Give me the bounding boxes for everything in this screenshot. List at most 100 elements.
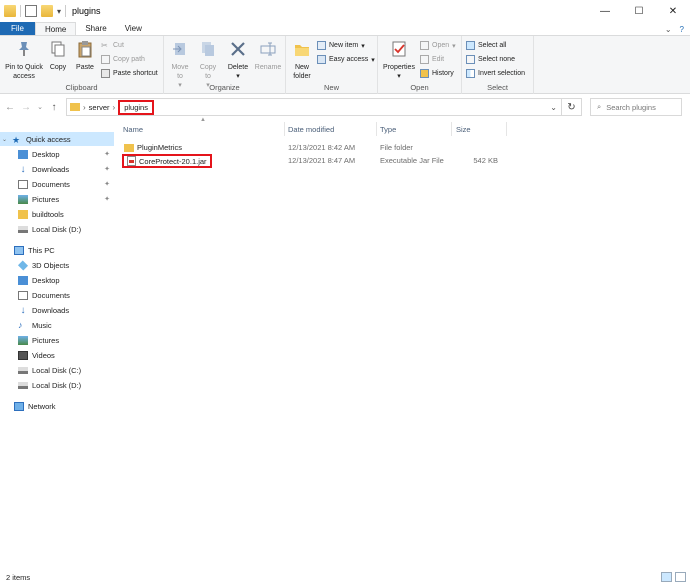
forward-icon[interactable]: → <box>20 99 32 115</box>
customize-qat-icon[interactable]: ▾ <box>57 7 61 16</box>
delete-label: Delete <box>227 64 249 71</box>
nav-this-pc[interactable]: This PC <box>0 243 114 257</box>
recent-locations-icon[interactable]: ⌄ <box>34 99 46 115</box>
new-item-button[interactable]: New item ▾ <box>317 41 365 50</box>
column-header-size[interactable]: Size <box>456 123 471 135</box>
nav-item-label: Documents <box>32 290 70 300</box>
tab-share[interactable]: Share <box>76 22 115 35</box>
nav-item-desktop[interactable]: Desktop ✦ <box>0 147 114 161</box>
file-name: CoreProtect-20.1.jar <box>139 156 207 166</box>
copy-button[interactable]: Copy <box>47 40 69 72</box>
chevron-down-icon: ▾ <box>361 42 365 50</box>
address-dropdown-icon[interactable]: ⌄ <box>550 103 557 112</box>
table-row[interactable]: CoreProtect-20.1.jar 12/13/2021 8:47 AM … <box>118 154 690 168</box>
file-size: 542 KB <box>473 156 498 165</box>
refresh-icon: ↻ <box>567 101 576 113</box>
pin-to-quick-access-button[interactable]: Pin to Quick access <box>3 40 45 81</box>
details-view-icon[interactable] <box>661 572 672 582</box>
invert-selection-button[interactable]: Invert selection <box>466 69 525 78</box>
up-icon[interactable]: ↑ <box>48 99 60 115</box>
drive-icon <box>18 381 28 389</box>
refresh-button[interactable]: ↻ <box>562 98 582 116</box>
jar-file-icon <box>127 156 136 166</box>
minimize-button[interactable]: — <box>588 0 622 22</box>
column-header-date-modified[interactable]: Date modified <box>288 123 334 135</box>
chevron-right-icon: › <box>83 102 86 112</box>
column-header-name[interactable]: Name <box>123 123 143 135</box>
nav-item-label: Local Disk (C:) <box>32 365 82 375</box>
tab-home[interactable]: Home <box>35 22 77 35</box>
copy-to-icon <box>202 42 214 56</box>
folder-icon <box>70 103 80 111</box>
breadcrumb-plugins[interactable]: plugins <box>118 99 154 115</box>
invert-selection-label: Invert selection <box>478 70 526 77</box>
history-button[interactable]: History <box>420 69 454 78</box>
cut-label: Cut <box>113 42 124 49</box>
nav-item-buildtools[interactable]: buildtools <box>0 207 114 221</box>
help-icon[interactable]: ? <box>680 25 684 34</box>
chevron-down-icon[interactable]: ⌄ <box>665 25 672 34</box>
tab-file[interactable]: File <box>0 22 35 35</box>
new-folder-button[interactable]: New folder <box>288 40 316 81</box>
select-none-button[interactable]: Select none <box>466 55 515 64</box>
column-header-type[interactable]: Type <box>380 123 396 135</box>
back-icon[interactable]: ← <box>4 99 16 115</box>
address-bar[interactable]: › server › plugins ⌄ <box>66 98 562 116</box>
pin-label-line1: Pin to Quick <box>5 64 43 71</box>
search-input[interactable]: ⌕ Search plugins <box>590 98 682 116</box>
tab-view[interactable]: View <box>116 22 151 35</box>
easy-access-button[interactable]: Easy access ▾ <box>317 55 375 64</box>
edit-label: Edit <box>432 56 445 63</box>
nav-item-local-disk-c[interactable]: Local Disk (C:) <box>0 363 114 377</box>
nav-item-downloads[interactable]: ↓ Downloads ✦ <box>0 162 114 176</box>
new-group-label: New <box>323 83 339 92</box>
new-folder-label-line1: New <box>294 64 309 71</box>
organize-group: Move to ▾ Copy to ▾ Delete ▾ Rename Orga… <box>164 36 286 94</box>
paste-button[interactable]: Paste <box>72 40 98 72</box>
nav-item-local-disk-d[interactable]: Local Disk (D:) <box>0 222 114 236</box>
nav-item-videos[interactable]: Videos <box>0 348 114 362</box>
rename-button[interactable]: Rename <box>254 40 282 72</box>
table-row[interactable]: PluginMetrics 12/13/2021 8:42 AM File fo… <box>118 141 690 154</box>
cut-button[interactable]: ✂ Cut <box>101 41 124 50</box>
folder-icon <box>4 5 16 17</box>
new-folder-qat-icon[interactable] <box>41 5 53 17</box>
properties-qat-icon[interactable] <box>25 5 37 17</box>
nav-item-documents[interactable]: Documents ✦ <box>0 177 114 191</box>
select-all-button[interactable]: Select all <box>466 41 506 50</box>
drive-icon <box>18 225 28 233</box>
paste-shortcut-button[interactable]: Paste shortcut <box>101 69 158 78</box>
folder-icon <box>18 209 28 219</box>
nav-item-music[interactable]: ♪ Music <box>0 318 114 332</box>
delete-button[interactable]: Delete ▾ <box>226 40 250 81</box>
nav-item-pictures[interactable]: Pictures ✦ <box>0 192 114 206</box>
large-icons-view-icon[interactable] <box>675 572 686 582</box>
move-to-icon <box>173 43 185 55</box>
new-group: New folder New item ▾ Easy access ▾ New <box>286 36 378 94</box>
nav-item-local-disk-d-pc[interactable]: Local Disk (D:) <box>0 378 114 392</box>
edit-button[interactable]: Edit <box>420 55 444 64</box>
nav-item-downloads-pc[interactable]: ↓ Downloads <box>0 303 114 317</box>
easy-access-icon <box>317 55 326 64</box>
scissors-icon: ✂ <box>101 41 108 50</box>
nav-network[interactable]: Network <box>0 399 114 413</box>
file-type: File folder <box>380 143 413 152</box>
divider <box>451 122 452 136</box>
open-button[interactable]: Open ▾ <box>420 41 456 50</box>
pin-icon: ✦ <box>104 181 110 188</box>
close-button[interactable]: ✕ <box>656 0 690 22</box>
nav-item-3d-objects[interactable]: 3D Objects <box>0 258 114 272</box>
nav-item-desktop-pc[interactable]: Desktop <box>0 273 114 287</box>
open-group: Properties ▾ Open ▾ Edit History Open <box>378 36 462 94</box>
edit-icon <box>420 55 429 64</box>
pin-icon: ✦ <box>104 151 110 158</box>
copy-path-button[interactable]: Copy path <box>101 55 145 64</box>
properties-button[interactable]: Properties ▾ <box>381 40 417 81</box>
nav-quick-access[interactable]: ⌄ ★ Quick access <box>0 132 114 146</box>
copy-label: Copy <box>49 64 67 71</box>
nav-item-pictures-pc[interactable]: Pictures <box>0 333 114 347</box>
breadcrumb-server[interactable]: server <box>89 103 110 112</box>
chevron-down-icon: ▾ <box>371 56 375 64</box>
maximize-button[interactable]: ☐ <box>622 0 656 22</box>
nav-item-documents-pc[interactable]: Documents <box>0 288 114 302</box>
